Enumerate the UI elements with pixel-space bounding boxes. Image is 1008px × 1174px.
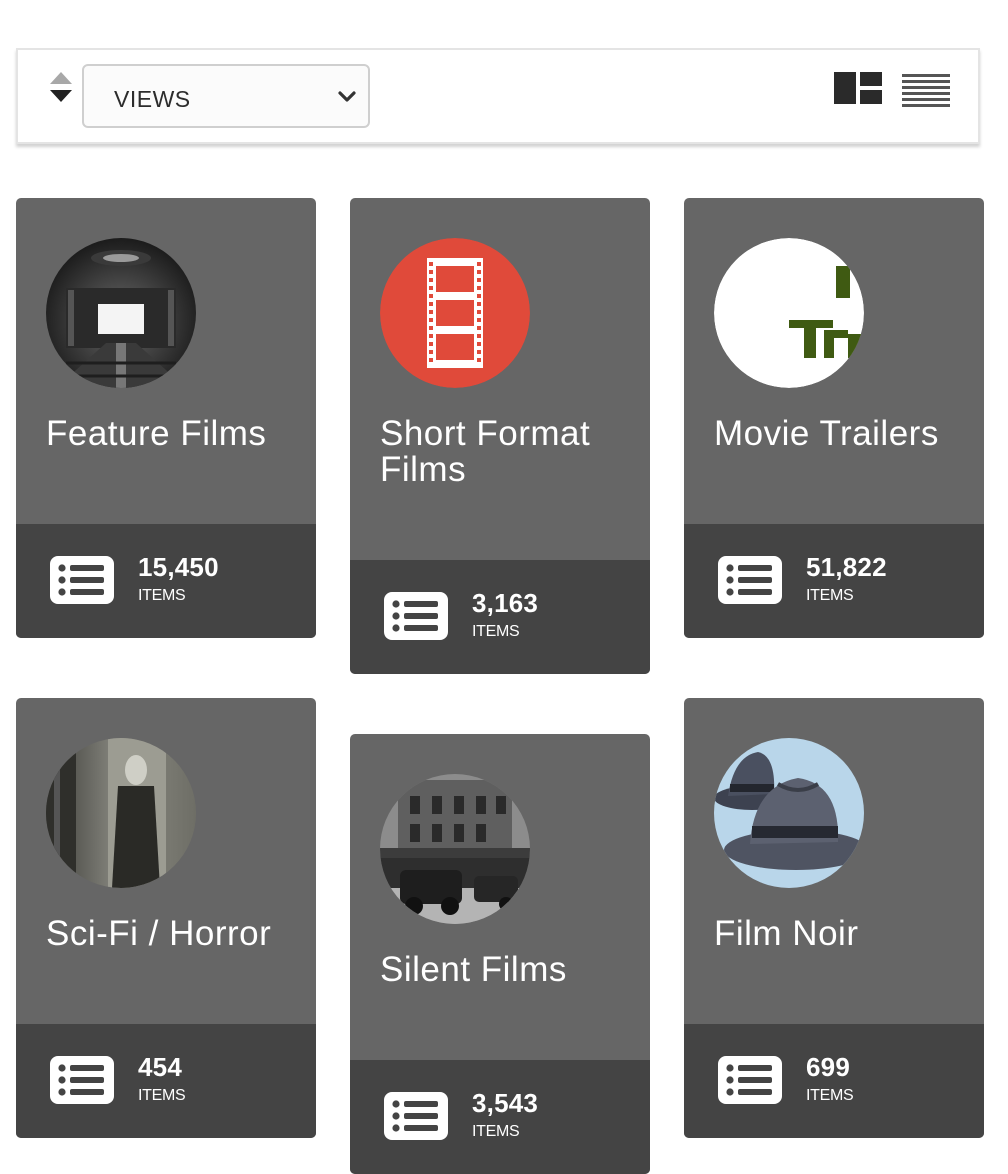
items-label: ITEMS — [806, 587, 854, 604]
item-count: 3,163 — [472, 588, 539, 618]
nosferatu-still-image — [46, 738, 196, 888]
items-label: ITEMS — [138, 1087, 186, 1104]
collection-card-movie-trailers[interactable]: Movie Trailers 51,822 ITEMS — [684, 198, 984, 638]
list-icon — [384, 592, 448, 640]
movie-trailers-logo-image — [714, 238, 864, 388]
card-footer: 699 ITEMS — [684, 1024, 984, 1138]
tile-view-icon[interactable] — [834, 72, 882, 108]
list-icon — [50, 556, 114, 604]
collection-toolbar: VIEWS — [16, 48, 980, 144]
list-icon — [718, 1056, 782, 1104]
items-label: ITEMS — [472, 1123, 520, 1140]
card-footer: 454 ITEMS — [16, 1024, 316, 1138]
card-footer: 51,822 ITEMS — [684, 524, 984, 638]
views-sort-select[interactable]: VIEWS — [82, 64, 370, 128]
movie-theater-image — [46, 238, 196, 388]
collection-card-sci-fi-horror[interactable]: Sci-Fi / Horror 454 ITEMS — [16, 698, 316, 1138]
card-title: Silent Films — [380, 950, 567, 989]
list-icon — [50, 1056, 114, 1104]
card-title: Film Noir — [714, 914, 859, 953]
collection-card-short-format-films[interactable]: Short Format Films 3,163 ITEMS — [350, 198, 650, 674]
list-icon — [718, 556, 782, 604]
item-count: 51,822 — [806, 552, 887, 582]
item-count: 3,543 — [472, 1088, 539, 1118]
collection-card-film-noir[interactable]: Film Noir 699 ITEMS — [684, 698, 984, 1138]
collection-card-feature-films[interactable]: Feature Films 15,450 ITEMS — [16, 198, 316, 638]
items-label: ITEMS — [472, 623, 520, 640]
item-count: 15,450 — [138, 552, 219, 582]
item-count: 454 — [138, 1052, 182, 1082]
items-label: ITEMS — [806, 1087, 854, 1104]
movietone-theater-image — [380, 774, 530, 924]
card-title: Short Format Films — [380, 414, 591, 489]
card-footer: 3,163 ITEMS — [350, 560, 650, 674]
items-label: ITEMS — [138, 587, 186, 604]
collection-card-silent-films[interactable]: Silent Films 3,543 ITEMS — [350, 734, 650, 1174]
list-icon — [384, 1092, 448, 1140]
views-select-label: VIEWS — [114, 86, 191, 112]
chevron-down-icon — [338, 91, 356, 102]
card-title: Sci-Fi / Horror — [46, 914, 272, 953]
card-title: Movie Trailers — [714, 414, 939, 453]
list-view-icon[interactable] — [902, 74, 950, 108]
card-footer: 15,450 ITEMS — [16, 524, 316, 638]
sort-up-down-icon[interactable] — [48, 72, 74, 106]
film-strip-icon — [380, 238, 530, 388]
card-footer: 3,543 ITEMS — [350, 1060, 650, 1174]
fedora-hats-image — [714, 738, 864, 888]
item-count: 699 — [806, 1052, 850, 1082]
card-title: Feature Films — [46, 414, 267, 453]
